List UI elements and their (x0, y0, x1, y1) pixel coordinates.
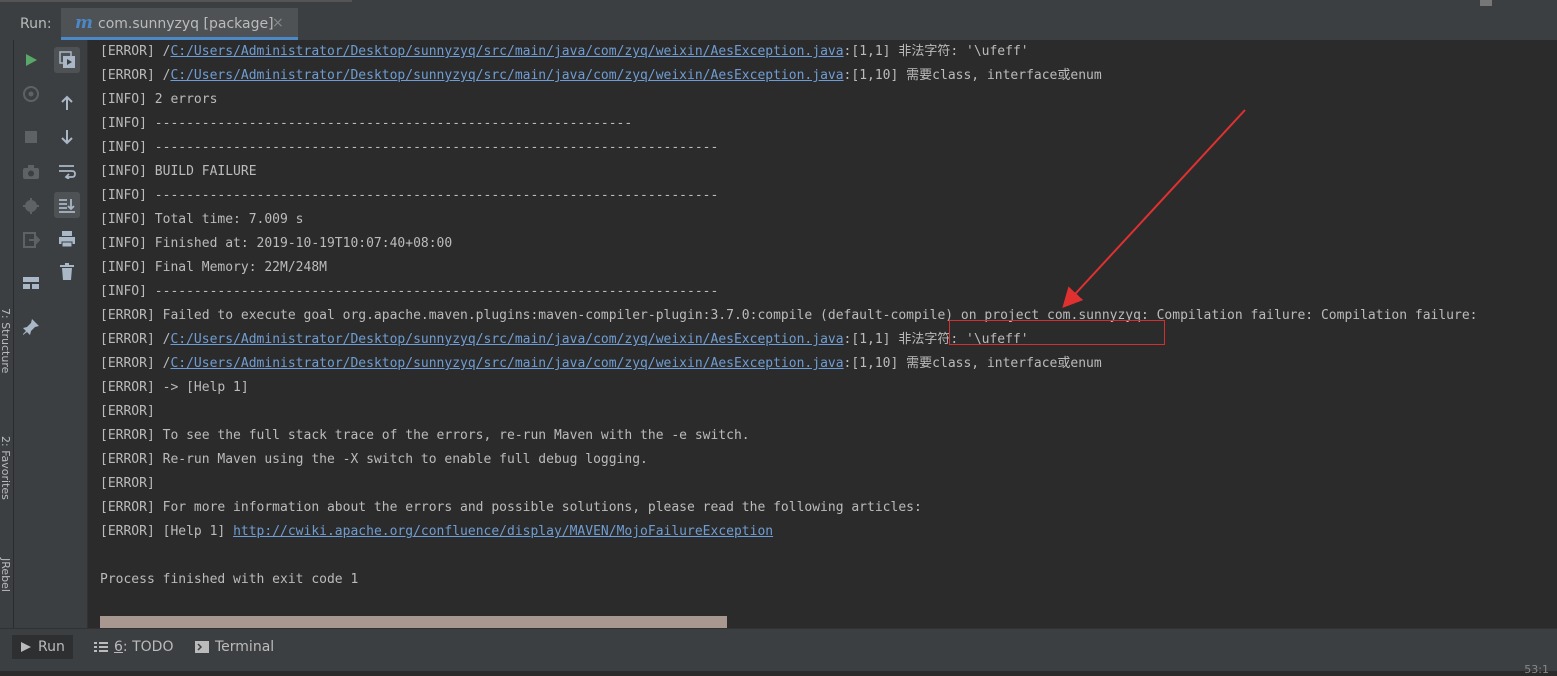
arrow-down-icon (61, 130, 73, 145)
stop-button[interactable] (18, 124, 44, 150)
clear-all-button[interactable] (54, 259, 80, 285)
console-output[interactable]: [ERROR] /C:/Users/Administrator/Desktop/… (88, 40, 1557, 628)
structure-side-tab[interactable]: 7: Structure (0, 308, 12, 373)
pin-icon (23, 319, 39, 335)
run-tool-tab-label: Run (38, 639, 65, 655)
stop-icon (25, 131, 37, 143)
editor-divider (0, 0, 352, 2)
scroll-down-button[interactable] (54, 124, 80, 150)
run-panel-label: Run: (20, 16, 52, 32)
run-icon (21, 642, 31, 652)
trash-icon (60, 263, 74, 280)
run-tool-tab[interactable]: Run (12, 635, 73, 659)
arrow-up-icon (61, 95, 73, 110)
todo-tool-tab[interactable]: 6: TODO (86, 635, 181, 659)
exit-button[interactable] (18, 227, 44, 253)
layout-button[interactable] (18, 270, 44, 296)
debug-settings-button[interactable] (18, 193, 44, 219)
terminal-tool-tab-label: Terminal (215, 639, 275, 655)
scroll-up-button[interactable] (54, 90, 80, 116)
rerun-failed-icon (23, 86, 39, 102)
print-button[interactable] (54, 226, 80, 252)
favorites-side-tab[interactable]: 2: Favorites (0, 436, 12, 500)
left-tool-window-strip: 7: Structure 2: Favorites JRebel (0, 40, 14, 628)
run-config-tab[interactable]: m com.sunnyzyq [package] × (61, 8, 298, 40)
todo-shortcut-number: 6 (114, 639, 123, 655)
run-icon (26, 54, 37, 66)
exit-icon (23, 232, 40, 248)
todo-list-icon (94, 642, 108, 652)
todo-label-text: : TODO (122, 639, 174, 655)
rerun-button[interactable] (18, 47, 44, 73)
debug-button[interactable] (18, 81, 44, 107)
restore-layout-icon (59, 51, 75, 68)
soft-wrap-icon (59, 165, 76, 179)
bug-settings-icon (23, 198, 39, 214)
run-toolbar-secondary (48, 40, 88, 628)
camera-icon (23, 165, 39, 179)
scroll-marker (1480, 0, 1492, 6)
run-toolbar-primary (14, 40, 48, 628)
annotation-arrow (1062, 109, 1246, 308)
scroll-to-end-button[interactable] (54, 192, 80, 218)
terminal-icon (195, 641, 209, 653)
pin-button[interactable] (18, 314, 44, 340)
top-window-strip (0, 0, 1557, 8)
todo-tool-tab-label: 6: TODO (114, 639, 173, 655)
run-panel-header: Run: m com.sunnyzyq [package] × (0, 8, 1557, 41)
soft-wrap-button[interactable] (54, 158, 80, 184)
horizontal-scrollbar-thumb[interactable] (100, 616, 727, 628)
dump-threads-button[interactable] (18, 159, 44, 185)
bottom-tool-bar: Run 6: TODO Terminal 53:1 (0, 628, 1557, 676)
restore-layout-button[interactable] (54, 47, 80, 73)
scroll-to-end-icon (59, 199, 75, 213)
jrebel-side-tab[interactable]: JRebel (0, 558, 12, 592)
run-config-tab-title: com.sunnyzyq [package] (98, 16, 274, 32)
layout-icon (23, 277, 39, 289)
terminal-tool-tab[interactable]: Terminal (187, 635, 282, 659)
printer-icon (59, 231, 75, 248)
maven-icon: m (75, 13, 93, 33)
close-tab-icon[interactable]: × (272, 15, 284, 31)
